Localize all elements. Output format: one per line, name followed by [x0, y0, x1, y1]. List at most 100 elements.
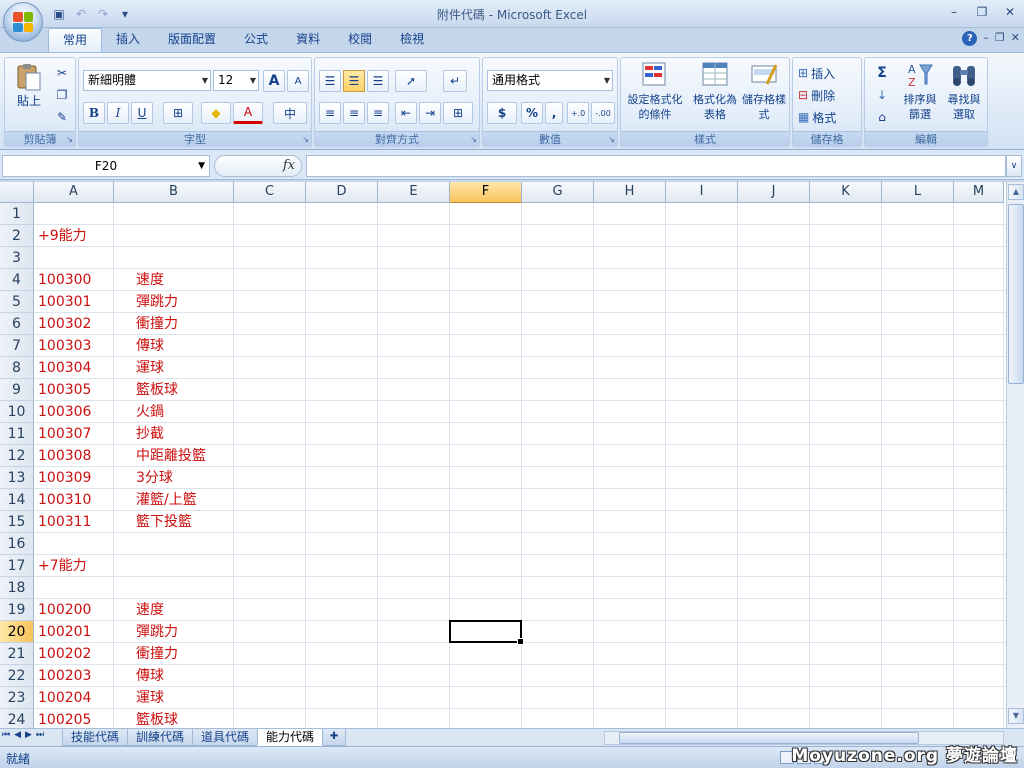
- bold-button[interactable]: B: [83, 102, 105, 124]
- row-header-23[interactable]: 23: [0, 687, 34, 709]
- percent-button[interactable]: %: [521, 102, 543, 124]
- tab-insert[interactable]: 插入: [102, 28, 154, 52]
- grow-font-button[interactable]: A: [263, 70, 285, 92]
- name-box-dropdown-icon[interactable]: ▼: [198, 156, 205, 176]
- row-header-8[interactable]: 8: [0, 357, 34, 379]
- cell-a19[interactable]: 100200: [38, 599, 91, 621]
- sheet-tab-item-codes[interactable]: 道具代碼: [192, 729, 259, 746]
- phonetic-button[interactable]: 中: [273, 102, 307, 124]
- column-header-c[interactable]: C: [234, 182, 306, 203]
- cell-a23[interactable]: 100204: [38, 687, 91, 709]
- font-color-button[interactable]: A: [233, 102, 263, 124]
- row-header-24[interactable]: 24: [0, 709, 34, 728]
- sheet-tab-ability-codes[interactable]: 能力代碼: [257, 729, 324, 746]
- doc-restore-button[interactable]: ❐: [995, 31, 1005, 46]
- office-button[interactable]: [3, 2, 43, 42]
- row-header-16[interactable]: 16: [0, 533, 34, 555]
- insert-cells-button[interactable]: ⊞ 插入: [797, 62, 859, 84]
- cell-b19[interactable]: 速度: [136, 599, 164, 621]
- tab-page-layout[interactable]: 版面配置: [154, 28, 230, 52]
- row-header-7[interactable]: 7: [0, 335, 34, 357]
- column-header-k[interactable]: K: [810, 182, 882, 203]
- cell-b8[interactable]: 運球: [136, 357, 164, 379]
- cell-a24[interactable]: 100205: [38, 709, 91, 728]
- column-header-b[interactable]: B: [114, 182, 234, 203]
- align-middle-icon[interactable]: ☰: [343, 70, 365, 92]
- tab-data[interactable]: 資料: [282, 28, 334, 52]
- increase-decimal-button[interactable]: +.0: [567, 102, 589, 124]
- vertical-scrollbar[interactable]: ▲ ▼: [1006, 182, 1024, 728]
- paste-button[interactable]: 貼上: [9, 62, 49, 109]
- insert-sheet-icon[interactable]: ✚: [322, 729, 347, 746]
- currency-button[interactable]: $: [487, 102, 517, 124]
- italic-button[interactable]: I: [107, 102, 129, 124]
- row-header-22[interactable]: 22: [0, 665, 34, 687]
- number-launcher-icon[interactable]: ↘: [608, 135, 615, 144]
- column-header-a[interactable]: A: [34, 182, 114, 203]
- column-header-e[interactable]: E: [378, 182, 450, 203]
- row-header-12[interactable]: 12: [0, 445, 34, 467]
- decrease-decimal-button[interactable]: -.00: [591, 102, 615, 124]
- row-header-21[interactable]: 21: [0, 643, 34, 665]
- cell-b15[interactable]: 籃下投籃: [136, 511, 192, 533]
- row-header-2[interactable]: 2: [0, 225, 34, 247]
- shrink-font-button[interactable]: A: [287, 70, 309, 92]
- cell-b4[interactable]: 速度: [136, 269, 164, 291]
- cell-a8[interactable]: 100304: [38, 357, 91, 379]
- row-header-13[interactable]: 13: [0, 467, 34, 489]
- column-header-g[interactable]: G: [522, 182, 594, 203]
- first-sheet-icon[interactable]: ⏮: [2, 730, 10, 740]
- cell-a4[interactable]: 100300: [38, 269, 91, 291]
- comma-button[interactable]: ,: [545, 102, 563, 124]
- cell-a10[interactable]: 100306: [38, 401, 91, 423]
- cell-b24[interactable]: 籃板球: [136, 709, 178, 728]
- copy-icon[interactable]: ❐: [51, 84, 73, 106]
- row-header-5[interactable]: 5: [0, 291, 34, 313]
- merge-center-icon[interactable]: ⊞: [443, 102, 473, 124]
- alignment-launcher-icon[interactable]: ↘: [470, 135, 477, 144]
- cell-a17[interactable]: +7能力: [38, 555, 87, 577]
- minimize-button[interactable]: –: [940, 2, 968, 22]
- select-all-corner[interactable]: [0, 182, 34, 203]
- name-box[interactable]: F20 ▼: [2, 155, 210, 177]
- cell-a7[interactable]: 100303: [38, 335, 91, 357]
- cell-styles-button[interactable]: 儲存格樣式: [741, 60, 787, 122]
- find-select-button[interactable]: 尋找與選取: [943, 60, 985, 122]
- sort-filter-button[interactable]: A Z 排序與篩選: [899, 60, 941, 122]
- column-header-m[interactable]: M: [954, 182, 1004, 203]
- cell-a2[interactable]: +9能力: [38, 225, 87, 247]
- scroll-up-icon[interactable]: ▲: [1008, 184, 1024, 200]
- cell-b20[interactable]: 彈跳力: [136, 621, 178, 643]
- font-launcher-icon[interactable]: ↘: [302, 135, 309, 144]
- increase-indent-icon[interactable]: ⇥: [419, 102, 441, 124]
- cell-a20[interactable]: 100201: [38, 621, 91, 643]
- cell-a12[interactable]: 100308: [38, 445, 91, 467]
- border-icon[interactable]: ⊞: [163, 102, 193, 124]
- cell-a14[interactable]: 100310: [38, 489, 91, 511]
- restore-button[interactable]: ❐: [968, 2, 996, 22]
- cell-a15[interactable]: 100311: [38, 511, 91, 533]
- format-painter-icon[interactable]: ✎: [51, 106, 73, 128]
- tab-home[interactable]: 常用: [48, 28, 103, 52]
- delete-cells-button[interactable]: ⊟ 刪除: [797, 84, 859, 106]
- cell-a6[interactable]: 100302: [38, 313, 91, 335]
- cell-b7[interactable]: 傳球: [136, 335, 164, 357]
- next-sheet-icon[interactable]: ▶: [25, 730, 32, 740]
- cell-b6[interactable]: 衝撞力: [136, 313, 178, 335]
- decrease-indent-icon[interactable]: ⇤: [395, 102, 417, 124]
- column-header-h[interactable]: H: [594, 182, 666, 203]
- align-left-icon[interactable]: ≡: [319, 102, 341, 124]
- tab-formulas[interactable]: 公式: [230, 28, 282, 52]
- cell-b12[interactable]: 中距離投籃: [136, 445, 206, 467]
- close-button[interactable]: ✕: [996, 2, 1024, 22]
- cell-a9[interactable]: 100305: [38, 379, 91, 401]
- cell-b23[interactable]: 運球: [136, 687, 164, 709]
- conditional-formatting-button[interactable]: 設定格式化的條件: [623, 60, 687, 122]
- row-header-18[interactable]: 18: [0, 577, 34, 599]
- row-header-9[interactable]: 9: [0, 379, 34, 401]
- font-name-combo[interactable]: 新細明體 ▼: [83, 70, 211, 91]
- font-size-combo[interactable]: 12 ▼: [213, 70, 259, 91]
- expand-formula-bar-icon[interactable]: ∨: [1006, 155, 1022, 177]
- cell-b14[interactable]: 灌籃/上籃: [136, 489, 197, 511]
- row-header-11[interactable]: 11: [0, 423, 34, 445]
